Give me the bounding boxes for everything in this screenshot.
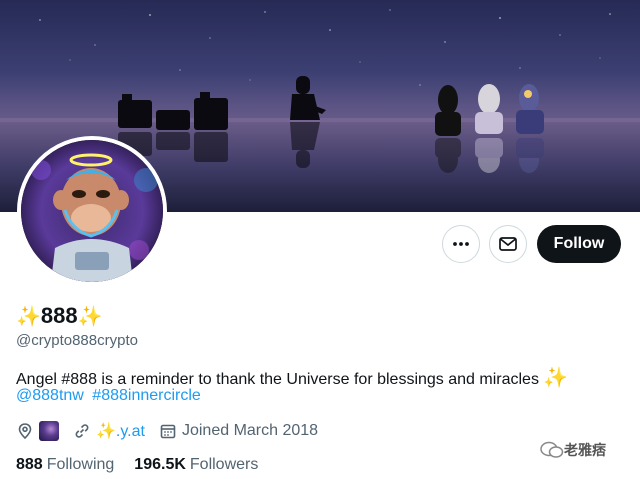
follow-stats: 888 Following 196.5K Followers [16, 456, 278, 474]
join-date-text: Joined March 2018 [181, 422, 319, 439]
display-name: ✨ 888 ✨ [16, 303, 103, 329]
join-date: Joined March 2018 [159, 422, 318, 440]
following-count: 888 [16, 456, 43, 473]
website[interactable]: ✨.y.at [73, 421, 145, 441]
ape-avatar-image [21, 140, 163, 282]
wechat-icon [540, 441, 564, 458]
location-pin-icon [18, 423, 32, 440]
galaxy-emoji [39, 421, 59, 441]
profile-meta: ✨.y.at Joined March 2018 [16, 421, 332, 441]
follow-button[interactable]: Follow [537, 225, 621, 263]
sparkles-emoji: ✨ [16, 305, 41, 328]
location [16, 421, 59, 441]
following-label: Following [46, 456, 115, 473]
mail-icon [499, 237, 517, 251]
sparkles-emoji: ✨ [543, 367, 569, 389]
watermark: 老雅痞 [540, 440, 606, 460]
following-stat[interactable]: 888 Following [16, 456, 114, 474]
followers-label: Followers [189, 456, 259, 473]
more-icon [453, 242, 469, 246]
watermark-text: 老雅痞 [564, 442, 606, 458]
hashtag-link[interactable]: #888innercircle [92, 387, 201, 404]
bio-text: Angel #888 is a reminder to thank the Un… [16, 371, 539, 388]
website-link[interactable]: ✨.y.at [96, 421, 145, 441]
display-name-text: 888 [40, 303, 78, 328]
profile-avatar[interactable] [17, 136, 167, 286]
more-button[interactable] [442, 225, 480, 263]
bio-links: @888tnw #888innercircle [16, 387, 205, 405]
mention-link[interactable]: @888tnw [16, 387, 84, 404]
link-icon [75, 424, 89, 438]
user-handle: @crypto888crypto [16, 332, 138, 349]
sparkles-emoji: ✨ [77, 305, 103, 328]
followers-count: 196.5K [134, 456, 186, 473]
calendar-icon [160, 424, 176, 439]
followers-stat[interactable]: 196.5K Followers [134, 456, 258, 474]
message-button[interactable] [489, 225, 527, 263]
